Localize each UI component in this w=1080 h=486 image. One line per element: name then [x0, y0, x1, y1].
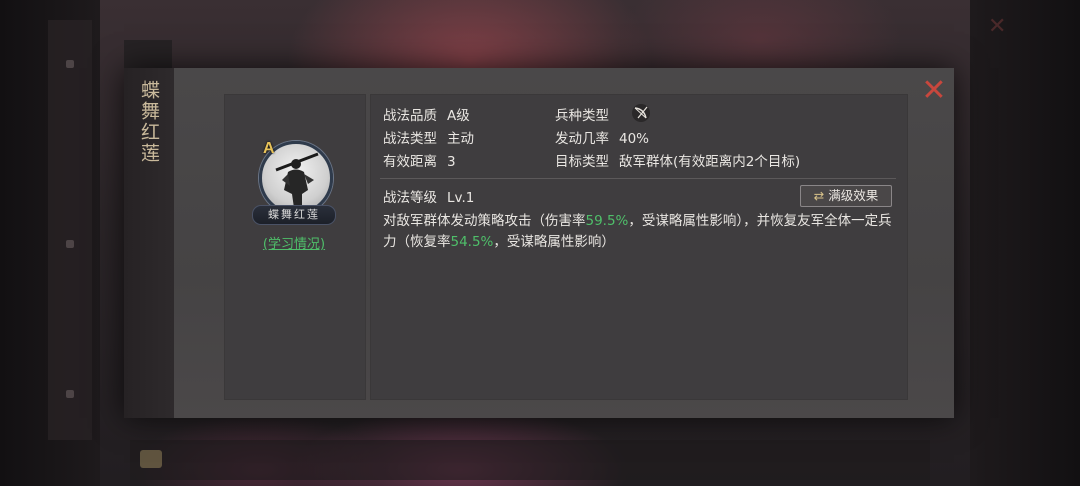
background-bottom-icon	[140, 450, 162, 468]
background-sidebar	[48, 20, 92, 440]
max-level-effect-button[interactable]: ⇄ 满级效果	[800, 185, 892, 207]
attr-chance: 发动几率 40%	[555, 127, 649, 147]
attr-range-value: 3	[447, 154, 456, 170]
skill-level-label: 战法等级	[383, 190, 437, 206]
learn-status-link[interactable]: (学习情况)	[258, 233, 330, 252]
heal-rate: 54.5%	[450, 234, 494, 250]
max-level-effect-label: 满级效果	[828, 188, 879, 203]
attr-range-label: 有效距离	[383, 154, 437, 170]
close-x-icon: ✕	[921, 73, 947, 108]
skill-level-value: Lv.1	[447, 190, 475, 206]
attr-type: 战法类型 主动	[383, 127, 474, 147]
attr-quality-label: 战法品质	[383, 108, 437, 124]
skill-name-plate: 蝶舞红莲	[252, 205, 336, 225]
attr-type-label: 战法类型	[383, 131, 437, 147]
damage-rate: 59.5%	[585, 213, 629, 229]
swap-arrows-icon: ⇄	[813, 188, 825, 203]
background-sidebar-dot	[66, 240, 74, 248]
dialog-title: 蝶舞红莲	[138, 80, 160, 164]
grade-badge: A	[263, 140, 275, 157]
desc-part1: 对敌军群体发动策略攻击（伤害率	[383, 213, 586, 229]
attr-chance-label: 发动几率	[555, 131, 609, 147]
attr-quality-value: A级	[447, 108, 470, 124]
skill-level-row: 战法等级 Lv.1	[383, 186, 474, 206]
attr-target-label: 目标类型	[555, 154, 609, 170]
attr-range: 有效距离 3	[383, 150, 456, 170]
warrior-portrait-icon	[275, 152, 319, 208]
section-divider	[380, 178, 896, 179]
attr-type-value: 主动	[447, 131, 474, 147]
attr-target: 目标类型 敌军群体(有效距离内2个目标)	[555, 150, 800, 170]
attr-chance-value: 40%	[619, 131, 650, 147]
background-bottom-bar	[130, 440, 930, 480]
attr-quality: 战法品质 A级	[383, 104, 470, 124]
bow-troop-icon	[632, 104, 650, 122]
background-right-edge	[970, 0, 1080, 486]
attr-troop-label: 兵种类型	[555, 108, 609, 124]
close-button[interactable]: ✕	[918, 76, 950, 108]
background-close-icon: ✕	[988, 14, 1007, 39]
skill-description: 对敌军群体发动策略攻击（伤害率59.5%，受谋略属性影响），并恢复友军全体一定兵…	[383, 211, 898, 253]
attr-target-value: 敌军群体(有效距离内2个目标)	[619, 154, 801, 170]
background-sidebar-dot	[66, 60, 74, 68]
background-sidebar-dot	[66, 390, 74, 398]
desc-part3: ，受谋略属性影响）	[493, 234, 615, 250]
attr-troop: 兵种类型	[555, 104, 609, 124]
